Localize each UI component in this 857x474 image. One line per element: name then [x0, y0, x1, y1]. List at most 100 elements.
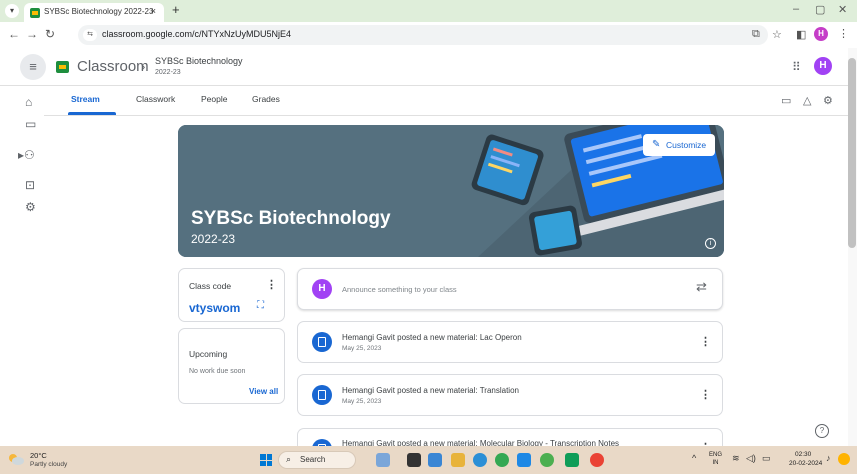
weather-description[interactable]: Partly cloudy — [30, 461, 67, 468]
url-text[interactable]: classroom.google.com/c/NTYxNzUyMDU5NjE4 — [102, 29, 291, 39]
app-header: ≡ Classroom › SYBSc Biotechnology 2022-2… — [0, 48, 857, 86]
post-menu-icon[interactable]: ⋮ — [700, 335, 711, 348]
scrollbar-thumb[interactable] — [848, 58, 856, 248]
classroom-logo-icon[interactable] — [56, 61, 69, 73]
bookmark-star-icon[interactable]: ☆ — [772, 28, 782, 41]
tab-grades[interactable]: Grades — [252, 94, 280, 104]
file-explorer-icon[interactable] — [451, 453, 465, 467]
install-app-icon[interactable]: ⧉ — [752, 28, 760, 41]
breadcrumb-course-name[interactable]: SYBSc Biotechnology — [155, 56, 243, 66]
pencil-icon: ✎ — [652, 139, 661, 150]
windows-start-icon[interactable] — [260, 454, 272, 466]
taskbar-search[interactable]: ⌕ Search — [278, 451, 356, 469]
class-code-value: vtyswom — [189, 301, 241, 315]
side-panel-icon[interactable]: ◧ — [796, 28, 806, 41]
tab-people[interactable]: People — [201, 94, 227, 104]
browser-menu-icon[interactable]: ⋮ — [838, 27, 849, 40]
post-title[interactable]: Hemangi Gavit posted a new material: Lac… — [342, 333, 522, 342]
reload-icon[interactable]: ↻ — [45, 27, 55, 41]
browser-profile-avatar[interactable]: H — [814, 27, 828, 41]
chrome-icon[interactable] — [495, 453, 509, 467]
help-icon[interactable]: ? — [815, 424, 829, 438]
site-info-icon[interactable]: ⇆ — [83, 29, 97, 41]
tab-search-icon[interactable]: ▾ — [5, 4, 19, 18]
tab-title: SYBSc Biotechnology 2022-23 — [44, 7, 154, 16]
forward-arrow-icon[interactable]: → — [26, 27, 38, 41]
view-all-link[interactable]: View all — [249, 387, 278, 396]
stream-post[interactable]: Hemangi Gavit posted a new material: Tra… — [297, 374, 723, 416]
stream-post[interactable]: Hemangi Gavit posted a new material: Lac… — [297, 321, 723, 363]
new-tab-button[interactable]: + — [172, 2, 180, 17]
clock-time[interactable]: 02:30 — [795, 451, 811, 458]
notification-bell-icon[interactable]: ♪ — [826, 453, 831, 463]
task-view-icon[interactable] — [407, 453, 421, 467]
banner-section: 2022-23 — [191, 232, 236, 246]
teams-icon[interactable] — [428, 453, 442, 467]
class-code-menu-icon[interactable]: ⋮ — [266, 278, 277, 291]
tab-classwork[interactable]: Classwork — [136, 94, 175, 104]
post-date: May 25, 2023 — [342, 345, 382, 352]
enrolled-classes-icon[interactable]: ▸⚇ — [18, 148, 35, 162]
announce-input[interactable]: Announce something to your class — [342, 285, 457, 294]
google-apps-icon[interactable]: ⠿ — [792, 60, 801, 74]
upcoming-empty-text: No work due soon — [189, 368, 246, 375]
calendar-icon[interactable]: ▭ — [781, 94, 791, 107]
avatar: H — [312, 279, 332, 299]
region-code: IN — [712, 460, 719, 466]
material-icon — [312, 385, 332, 405]
browser-toolbar: ← → ↻ ⇆ classroom.google.com/c/NTYxNzUyM… — [0, 22, 857, 48]
announce-card[interactable]: H Announce something to your class ⇄ — [297, 268, 723, 310]
app-name[interactable]: Classroom — [77, 58, 149, 75]
edge-icon[interactable] — [473, 453, 487, 467]
store-icon[interactable] — [517, 453, 531, 467]
partly-cloudy-icon[interactable] — [7, 452, 25, 466]
breadcrumb-chevron-icon: › — [141, 59, 146, 74]
info-icon[interactable]: i — [705, 238, 716, 249]
classroom-app-icon[interactable] — [565, 453, 579, 467]
weather-temperature[interactable]: 20°C — [30, 451, 47, 460]
post-menu-icon[interactable]: ⋮ — [700, 388, 711, 401]
post-title[interactable]: Hemangi Gavit posted a new material: Tra… — [342, 386, 519, 395]
volume-icon[interactable]: ◁) — [746, 453, 756, 464]
chrome-profile-icon[interactable] — [540, 453, 554, 467]
chrome-app-icon[interactable] — [590, 453, 604, 467]
banner-title: SYBSc Biotechnology — [191, 208, 391, 229]
repost-icon[interactable]: ⇄ — [696, 279, 707, 295]
restore-button[interactable]: ▢ — [815, 3, 825, 16]
tab-stream[interactable]: Stream — [71, 94, 100, 104]
user-avatar[interactable]: H — [814, 57, 832, 75]
language-indicator[interactable]: ENG IN — [709, 451, 722, 467]
taskbar: 20°C Partly cloudy ⌕ Search ^ ENG IN ≋ ◁… — [0, 446, 857, 474]
wifi-icon[interactable]: ≋ — [732, 453, 740, 464]
drive-folder-icon[interactable]: △ — [803, 94, 811, 107]
battery-icon[interactable]: ▭ — [762, 453, 771, 464]
browser-tab-strip: ▾ SYBSc Biotechnology 2022-23 × + – ▢ ✕ — [0, 0, 857, 22]
class-code-card: Class code ⋮ vtyswom ⛶ — [178, 268, 285, 322]
material-icon — [312, 332, 332, 352]
search-icon: ⌕ — [286, 454, 292, 464]
tab-close-icon[interactable]: × — [151, 6, 156, 16]
clock-date[interactable]: 20-02-2024 — [789, 460, 822, 467]
fullscreen-icon[interactable]: ⛶ — [257, 300, 264, 311]
address-bar[interactable]: ⇆ classroom.google.com/c/NTYxNzUyMDU5NjE… — [78, 25, 768, 45]
archived-classes-icon[interactable]: ⊡ — [25, 178, 35, 192]
browser-tab[interactable]: SYBSc Biotechnology 2022-23 × — [24, 3, 164, 22]
language-code: ENG — [709, 452, 723, 458]
settings-icon[interactable]: ⚙ — [25, 200, 36, 214]
class-settings-icon[interactable]: ⚙ — [823, 94, 833, 107]
customize-label: Customize — [666, 140, 707, 150]
customize-button[interactable]: ✎ Customize — [643, 134, 715, 156]
upcoming-title: Upcoming — [189, 349, 228, 359]
tray-chevron-icon[interactable]: ^ — [692, 453, 696, 463]
home-icon[interactable]: ⌂ — [25, 95, 32, 109]
copilot-tray-icon[interactable] — [838, 453, 850, 465]
copilot-icon[interactable] — [376, 453, 390, 467]
close-window-button[interactable]: ✕ — [838, 3, 847, 16]
upcoming-card: Upcoming No work due soon View all — [178, 328, 285, 404]
main-menu-icon[interactable]: ≡ — [20, 54, 46, 80]
search-label: Search — [300, 455, 326, 464]
calendar-icon[interactable]: ▭ — [25, 117, 36, 131]
back-arrow-icon[interactable]: ← — [8, 27, 20, 41]
minimize-button[interactable]: – — [793, 3, 799, 15]
course-tabs: Stream Classwork People Grades ▭ △ ⚙ — [44, 86, 857, 116]
